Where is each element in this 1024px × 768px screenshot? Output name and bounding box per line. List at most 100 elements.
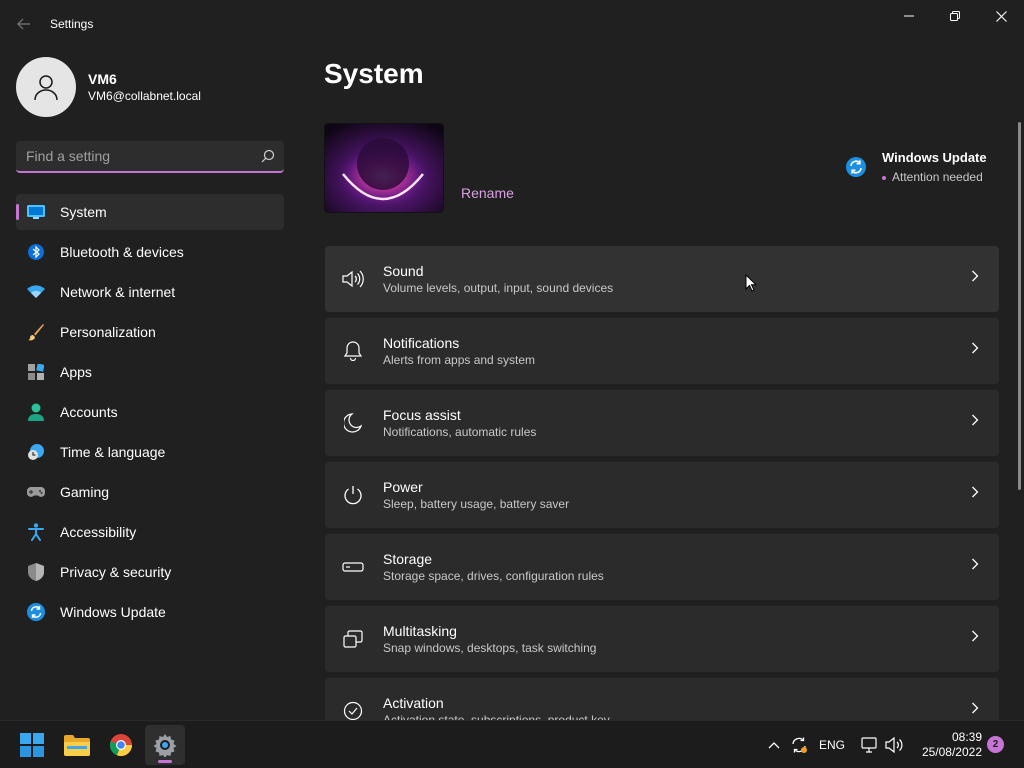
sidebar-item-label: Privacy & security [60,564,172,580]
arrow-left-icon [17,18,30,30]
update-icon [846,157,866,177]
sidebar-item-network[interactable]: Network & internet [16,274,284,310]
scrollbar[interactable] [1018,122,1021,490]
card-description: Activation state, subscriptions, product… [383,713,610,720]
mouse-cursor-icon [745,274,757,292]
bluetooth-icon [26,242,46,262]
update-icon [26,602,46,622]
input-language[interactable]: ENG [816,721,848,768]
sidebar-item-label: Time & language [60,444,166,460]
speaker-icon [325,270,381,288]
sidebar-item-time-language[interactable]: Time & language [16,434,284,470]
sidebar-item-label: Accessibility [60,524,137,540]
search-input[interactable] [16,142,252,170]
card-title: Storage [383,551,433,567]
taskbar-file-explorer[interactable] [57,725,97,765]
sidebar-item-label: System [60,204,107,220]
search-box [16,141,284,173]
sidebar-item-label: Gaming [60,484,110,500]
windows-update-status[interactable]: Windows Update Attention needed [846,150,987,188]
file-explorer-icon [64,735,90,756]
card-description: Notifications, automatic rules [383,425,537,439]
card-title: Notifications [383,335,460,351]
sidebar-item-bluetooth[interactable]: Bluetooth & devices [16,234,284,270]
card-description: Storage space, drives, configuration rul… [383,569,604,583]
app-title: Settings [50,17,94,31]
settings-card-multitasking[interactable]: Multitasking Snap windows, desktops, tas… [325,606,999,672]
chevron-right-icon [972,270,979,282]
card-description: Snap windows, desktops, task switching [383,641,597,655]
page-title: System [324,58,424,89]
monitor-icon [26,202,46,222]
sidebar-item-accessibility[interactable]: Accessibility [16,514,284,550]
notification-badge[interactable]: 2 [987,736,1004,753]
sidebar-item-label: Bluetooth & devices [60,244,184,260]
user-profile[interactable]: VM6 VM6@collabnet.local [16,57,201,117]
tray-update[interactable] [788,721,810,768]
rename-link[interactable]: Rename [461,185,514,201]
taskbar: ENG 08:39 25/08/2022 [0,720,1024,768]
taskbar-chrome[interactable] [101,725,141,765]
settings-list: Sound Volume levels, output, input, soun… [325,246,999,720]
sidebar-item-label: Apps [60,364,92,380]
start-button[interactable] [12,725,52,765]
windows-start-icon [20,733,44,757]
back-button[interactable] [10,12,38,36]
settings-card-focus-assist[interactable]: Focus assist Notifications, automatic ru… [325,390,999,456]
settings-card-storage[interactable]: Storage Storage space, drives, configura… [325,534,999,600]
close-button[interactable] [978,0,1024,32]
minimize-button[interactable] [886,0,932,32]
settings-card-power[interactable]: Power Sleep, battery usage, battery save… [325,462,999,528]
power-icon [325,485,381,505]
sidebar-item-gaming[interactable]: Gaming [16,474,284,510]
settings-card-notifications[interactable]: Notifications Alerts from apps and syste… [325,318,999,384]
gamepad-icon [26,482,46,502]
network-icon [861,737,877,753]
moon-icon [325,413,381,433]
sidebar-item-accounts[interactable]: Accounts [16,394,284,430]
desktop-wallpaper-thumbnail [324,123,444,213]
sidebar-item-apps[interactable]: Apps [16,354,284,390]
sidebar-item-windows-update[interactable]: Windows Update [16,594,284,630]
sidebar-nav: System Bluetooth & devices Network & int… [16,194,284,634]
profile-email: VM6@collabnet.local [88,89,201,103]
clock-date: 25/08/2022 [921,745,982,759]
shield-icon [26,562,46,582]
chevron-right-icon [972,702,979,714]
card-description: Volume levels, output, input, sound devi… [383,281,614,295]
check-circle-icon [325,701,381,720]
tray-volume[interactable] [884,721,906,768]
restore-button[interactable] [932,0,978,32]
status-dot [882,175,886,180]
chevron-right-icon [972,558,979,570]
settings-icon [153,734,177,757]
close-icon [995,10,1007,22]
sidebar-item-label: Accounts [60,404,118,420]
card-title: Sound [383,263,424,279]
sidebar-item-privacy[interactable]: Privacy & security [16,554,284,590]
person-icon [34,75,58,101]
chevron-right-icon [972,342,979,354]
windows-update-title: Windows Update [882,150,987,165]
multitasking-icon [325,630,381,648]
chevron-right-icon [972,630,979,642]
settings-card-activation[interactable]: Activation Activation state, subscriptio… [325,678,999,720]
taskbar-settings[interactable] [145,725,185,765]
show-hidden-icons-button[interactable] [764,721,784,768]
settings-card-sound[interactable]: Sound Volume levels, output, input, soun… [325,246,999,312]
sidebar-item-personalization[interactable]: Personalization [16,314,284,350]
title-bar: Settings [0,0,1024,48]
card-title: Multitasking [383,623,457,639]
avatar [16,57,76,117]
accessibility-icon [26,522,46,542]
profile-name: VM6 [88,71,117,87]
tray-network[interactable] [860,721,880,768]
clock-globe-icon [26,442,46,462]
person-icon [26,402,46,422]
search-icon[interactable] [252,149,284,163]
taskbar-clock[interactable]: 08:39 25/08/2022 [912,730,982,760]
sidebar-item-system[interactable]: System [16,194,284,230]
apps-icon [26,362,46,382]
chevron-up-icon [768,742,780,749]
card-description: Alerts from apps and system [383,353,536,367]
